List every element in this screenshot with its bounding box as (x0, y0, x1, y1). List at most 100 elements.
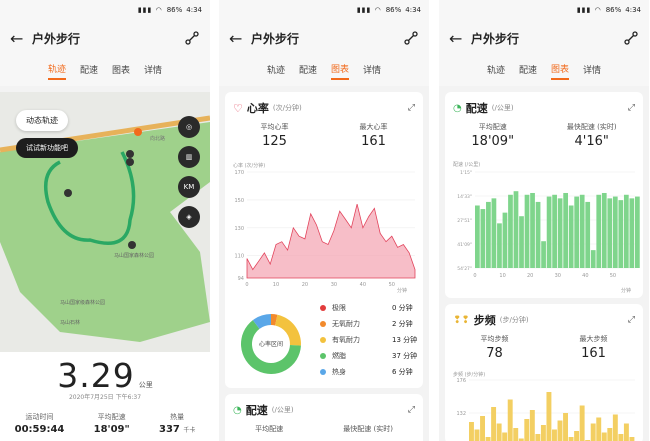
km-toggle-button[interactable]: KM (178, 176, 200, 198)
share-route-icon[interactable] (403, 30, 419, 46)
cadence-bar (557, 420, 563, 441)
cadence-bar (618, 434, 624, 441)
avg-pace-value: 18'09" (471, 134, 515, 149)
cadence-bar (485, 437, 491, 441)
avg-pace-label: 平均配速 (255, 425, 284, 433)
max-heart-label: 最大心率 (359, 123, 388, 131)
card-unit: (/公里) (491, 104, 514, 112)
pace-gauge-icon: ◔ (233, 404, 242, 416)
cadence-bar (540, 425, 546, 441)
pace-bar (590, 250, 596, 268)
page-title: 户外步行 (32, 31, 81, 46)
hr-x-tick: 0 (245, 282, 248, 288)
expand-icon[interactable]: ⤢ (628, 315, 635, 325)
stat-label: 平均配速 (97, 413, 126, 421)
hr-x-tick: 20 (302, 282, 308, 288)
cadence-bar (579, 405, 585, 441)
zone-value: 2 分钟 (392, 320, 413, 328)
share-route-icon[interactable] (623, 30, 639, 46)
tab-details[interactable]: 详情 (144, 63, 162, 79)
share-route-icon[interactable] (184, 30, 200, 46)
tab-chart[interactable]: 图表 (331, 62, 350, 80)
cadence-bar (623, 423, 629, 441)
pace-bar (502, 212, 508, 268)
tab-bar: 轨迹 配速 图表 详情 (0, 56, 210, 86)
page-title: 户外步行 (251, 31, 300, 46)
tab-pace[interactable]: 配速 (80, 63, 98, 79)
expand-icon[interactable]: ⤢ (408, 103, 415, 113)
map-road-label: 向北路 (150, 135, 165, 142)
pace-bar (568, 205, 574, 268)
pace-bar (612, 196, 618, 268)
tab-details[interactable]: 详情 (363, 63, 381, 79)
top-bar: ← 户外步行 (439, 20, 649, 56)
donut-center-label: 心率区间 (259, 340, 283, 348)
pace-bar (557, 198, 563, 268)
card-unit: (步/分钟) (499, 316, 529, 324)
map-layer-icon[interactable]: ▥ (178, 146, 200, 168)
cadence-bar (507, 399, 513, 441)
expand-icon[interactable]: ⤢ (628, 103, 635, 113)
zone-dot (320, 369, 326, 375)
pace-x-tick: 10 (499, 273, 505, 279)
zone-name: 有氧耐力 (332, 336, 360, 344)
tab-track[interactable]: 轨迹 (47, 62, 66, 80)
cadence-bar (629, 437, 635, 441)
map-park-label: 马山国家森林公园 (114, 252, 154, 259)
pace-card-preview: ◔ 配速 (/公里) ⤢ 平均配速 最快配速 (实时) (225, 394, 423, 441)
locate-icon[interactable]: ◎ (178, 116, 200, 138)
pace-summary: 平均配速 最快配速 (实时) (225, 424, 423, 434)
card-title: 配速 (245, 404, 268, 417)
pace-y-title: 配速 (/公里) (453, 162, 480, 168)
battery-level: 86% (166, 6, 183, 14)
try-feature-tooltip: 试试新功能吧 (16, 138, 78, 158)
hr-area-series (246, 204, 416, 279)
tab-pace[interactable]: 配速 (519, 63, 537, 79)
page-title: 户外步行 (471, 31, 520, 46)
back-arrow-icon[interactable]: ← (229, 29, 251, 48)
hr-y-tick: 130 (234, 226, 244, 232)
pace-bar (601, 192, 607, 268)
pace-bar (530, 192, 535, 268)
tab-track[interactable]: 轨迹 (267, 63, 285, 79)
pace-bar (574, 196, 580, 268)
tab-details[interactable]: 详情 (583, 63, 601, 79)
screen-track: ▮▮▮ ◠ 86% 4:34 ← 户外步行 轨迹 配速 图表 详情 向北路 马山… (0, 0, 210, 441)
tab-pace[interactable]: 配速 (299, 63, 317, 79)
pace-bar (513, 191, 519, 268)
card-title: 步频 (473, 314, 496, 327)
cadence-card: ❢❢ 步频 (步/分钟) ⤢ 平均步频 78 最大步频 161 步频 (步/分钟) … (445, 304, 643, 441)
route-map[interactable]: 向北路 马山国家森林公园 马山国家级森林公园 马山石林 动态轨迹 试试新功能吧 … (0, 92, 210, 352)
tab-bar: 轨迹 配速 图表 详情 (219, 56, 429, 86)
stat-calories: 热量 337 千卡 (159, 412, 195, 435)
max-cadence-value: 161 (581, 346, 606, 361)
pace-card: ◔ 配速 (/公里) ⤢ 平均配速 18'09" 最快配速 (实时) 4'16" 配… (445, 92, 643, 298)
stats-row: 运动时间 00:59:44 平均配速 18'09" 热量 337 千卡 (0, 412, 210, 435)
tab-chart[interactable]: 图表 (551, 62, 570, 80)
tab-chart[interactable]: 图表 (112, 63, 130, 79)
pace-y-tick: 54'27" (457, 266, 472, 272)
expand-icon[interactable]: ⤢ (408, 405, 415, 415)
avg-cadence: 平均步频 78 (481, 334, 509, 361)
dynamic-track-button[interactable]: 动态轨迹 (16, 110, 68, 131)
pace-bar (579, 194, 585, 268)
cad-y-tick: 132 (456, 411, 466, 417)
hr-y-tick: 110 (234, 254, 244, 260)
heart-summary: 平均心率 125 最大心率 161 (225, 122, 423, 149)
cadence-bar (568, 437, 574, 441)
zone-dot (320, 337, 326, 343)
heart-icon: ♡ (233, 101, 243, 115)
layers-icon[interactable]: ◈ (178, 206, 200, 228)
back-arrow-icon[interactable]: ← (10, 29, 32, 48)
zone-value: 6 分钟 (392, 368, 413, 376)
card-title: 配速 (465, 102, 488, 115)
tab-track[interactable]: 轨迹 (487, 63, 505, 79)
pace-bar (519, 216, 524, 268)
cadence-bar (596, 417, 602, 441)
card-unit: (次/分钟) (272, 104, 302, 112)
cadence-bar (535, 434, 541, 441)
clock: 4:34 (186, 6, 202, 14)
back-arrow-icon[interactable]: ← (449, 29, 471, 48)
pace-bar (475, 205, 480, 268)
pace-y-tick: 27'51" (457, 218, 472, 224)
